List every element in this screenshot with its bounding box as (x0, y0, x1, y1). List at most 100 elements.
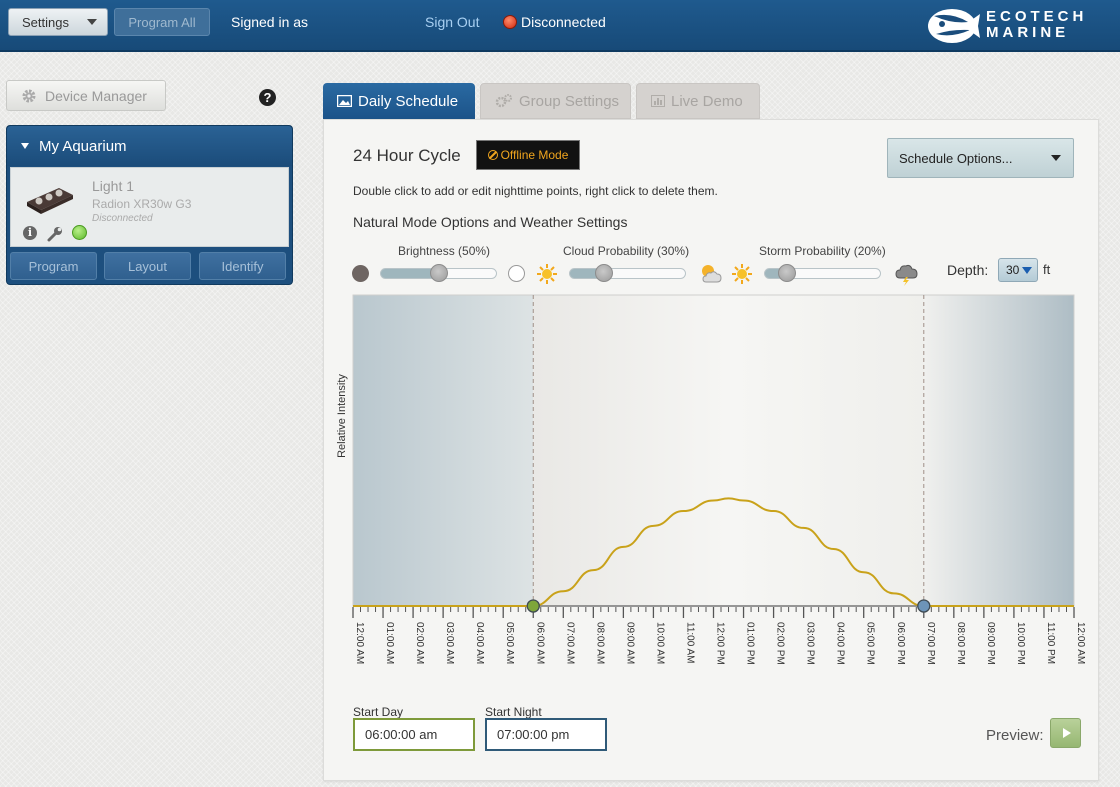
logo-text-line1: ECOTECH (986, 8, 1088, 25)
logo-text-line2: MARINE (986, 24, 1070, 41)
dark-moon-icon (352, 265, 369, 282)
x-tick-label: 04:00 PM (835, 622, 846, 665)
image-icon (337, 95, 352, 107)
gears-icon (495, 94, 512, 108)
brightness-slider-thumb[interactable] (429, 264, 448, 282)
x-tick-label: 12:00 AM (354, 622, 365, 664)
x-tick-label: 09:00 PM (985, 622, 996, 665)
aquarium-header[interactable]: My Aquarium (7, 126, 292, 166)
x-tick-label: 06:00 AM (534, 622, 545, 664)
tab-daily-schedule-label: Daily Schedule (358, 92, 459, 110)
device-manager-button[interactable]: Device Manager (6, 80, 166, 111)
preview-label: Preview: (986, 727, 1044, 744)
depth-label: Depth: (947, 262, 989, 278)
chevron-down-icon (1022, 267, 1032, 274)
x-tick-label: 03:00 PM (805, 622, 816, 665)
offline-mode-badge[interactable]: Offline Mode (476, 140, 580, 170)
light-status: Disconnected (92, 213, 153, 224)
x-tick-label: 02:00 PM (775, 622, 786, 665)
x-tick-label: 12:00 AM (1075, 622, 1086, 664)
schedule-options-dropdown[interactable]: Schedule Options... (887, 138, 1074, 178)
night-start-point[interactable] (917, 599, 931, 613)
start-day-input[interactable]: 06:00:00 am (353, 718, 475, 751)
tab-live-demo-label: Live Demo (671, 92, 743, 110)
sun-icon (732, 264, 752, 284)
x-tick-label: 03:00 AM (444, 622, 455, 664)
fish-logo-icon (928, 9, 980, 43)
online-status-icon (72, 225, 87, 240)
x-tick-label: 01:00 PM (745, 622, 756, 665)
cloud-probability-slider-track[interactable] (569, 268, 686, 279)
x-tick-label: 07:00 PM (925, 622, 936, 665)
x-tick-label: 12:00 PM (715, 622, 726, 665)
program-button[interactable]: Program (10, 252, 97, 280)
tab-live-demo[interactable]: Live Demo (636, 83, 760, 119)
light-card[interactable]: Light 1 Radion XR30w G3 Disconnected i (10, 167, 289, 247)
wrench-icon[interactable] (46, 225, 64, 243)
day-region (533, 295, 924, 606)
chevron-down-icon (1051, 155, 1061, 161)
schedule-options-label: Schedule Options... (899, 150, 1013, 166)
light-model: Radion XR30w G3 (92, 197, 192, 211)
x-tick-label: 10:00 AM (654, 622, 665, 664)
storm-probability-label: Storm Probability (20%) (759, 244, 886, 258)
night-region-morning (353, 295, 534, 606)
light-name: Light 1 (92, 178, 135, 194)
connection-status: Disconnected (521, 14, 606, 30)
identify-button[interactable]: Identify (199, 252, 286, 280)
offline-mode-label: Offline Mode (500, 148, 569, 162)
intensity-chart[interactable]: 12:00 AM 01:00 AM 02:00 AM 03:00 AM 04:00 AM… (333, 293, 1086, 693)
collapse-triangle-icon (21, 143, 29, 149)
x-tick-label: 05:00 PM (865, 622, 876, 665)
x-tick-label: 06:00 PM (895, 622, 906, 665)
storm-cloud-icon (895, 264, 918, 286)
help-icon[interactable]: ? (259, 89, 276, 106)
top-bar: Settings Program All Signed in as Sign O… (0, 0, 1120, 52)
sun-icon (537, 264, 557, 284)
preview-play-button[interactable] (1050, 718, 1081, 748)
x-tick-label: 08:00 AM (594, 622, 605, 664)
x-tick-label: 08:00 PM (955, 622, 966, 665)
depth-select[interactable]: 30 (998, 258, 1038, 282)
x-tick-label: 04:00 AM (474, 622, 485, 664)
light-fixture-icon (27, 188, 73, 214)
bar-chart-icon (651, 95, 665, 107)
chevron-down-icon (87, 19, 97, 25)
natural-mode-title: Natural Mode Options and Weather Setting… (353, 214, 628, 230)
tab-daily-schedule[interactable]: Daily Schedule (323, 83, 475, 119)
x-tick-label: 07:00 AM (564, 622, 575, 664)
depth-value: 30 (1006, 263, 1020, 277)
layout-button[interactable]: Layout (104, 252, 191, 280)
aquarium-title: My Aquarium (39, 137, 127, 155)
start-night-input[interactable]: 07:00:00 pm (485, 718, 607, 751)
page-title: 24 Hour Cycle (353, 146, 461, 165)
cloud-probability-slider-thumb[interactable] (595, 264, 614, 282)
info-icon[interactable]: i (23, 226, 37, 240)
aquarium-panel: My Aquarium Light 1 Radion XR30w G3 Disc… (6, 125, 293, 285)
start-night-label: Start Night (485, 705, 542, 719)
bright-moon-icon (508, 265, 525, 282)
sign-out-link[interactable]: Sign Out (425, 14, 479, 30)
x-tick-label: 10:00 PM (1015, 622, 1026, 665)
instructions-text: Double click to add or edit nighttime po… (353, 184, 718, 198)
x-tick-label: 05:00 AM (504, 622, 515, 664)
program-all-button[interactable]: Program All (114, 8, 210, 36)
x-tick-label: 09:00 AM (624, 622, 635, 664)
x-tick-label: 02:00 AM (414, 622, 425, 664)
tab-group-settings[interactable]: Group Settings (480, 83, 631, 119)
x-tick-label: 11:00 PM (1045, 622, 1056, 664)
x-tick-label: 01:00 AM (384, 622, 395, 664)
cloud-probability-label: Cloud Probability (30%) (563, 244, 690, 258)
brightness-label: Brightness (50%) (398, 244, 491, 258)
night-region-evening (923, 295, 1074, 606)
settings-button[interactable]: Settings (8, 8, 108, 36)
start-day-label: Start Day (353, 705, 404, 719)
partly-cloudy-icon (702, 265, 722, 283)
depth-unit: ft (1043, 262, 1051, 277)
x-tick-label: 11:00 AM (684, 622, 695, 664)
day-start-point[interactable] (526, 599, 540, 613)
status-dot-icon (503, 15, 517, 29)
settings-button-label: Settings (22, 14, 69, 30)
signed-in-text: Signed in as (231, 14, 309, 30)
ban-icon (487, 150, 498, 160)
